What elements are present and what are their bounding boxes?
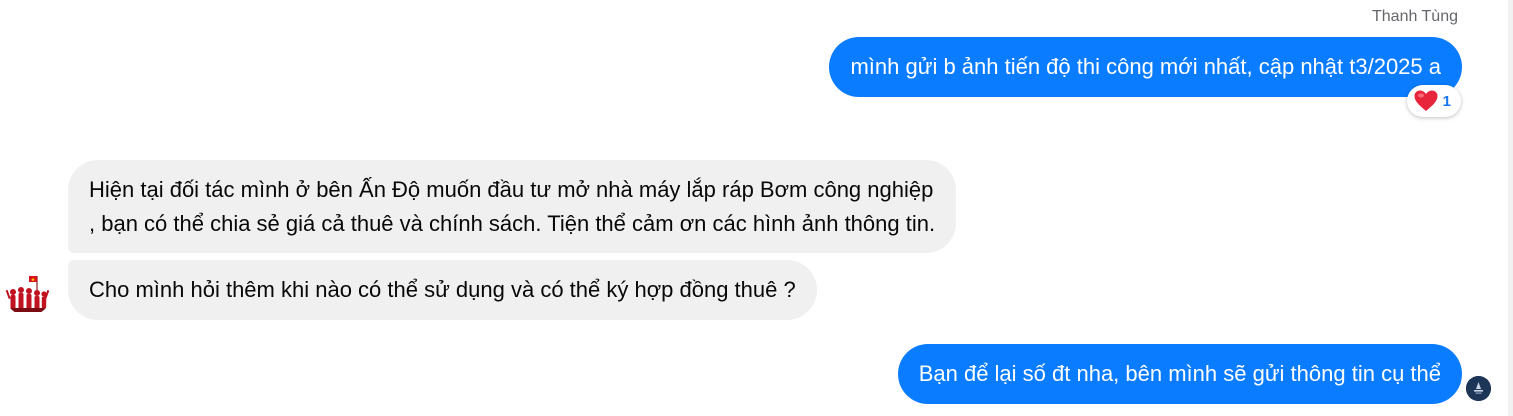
message-text-line: , bạn có thể chia sẻ giá cả thuê và chín… <box>89 211 936 236</box>
sender-name: Thanh Tùng <box>1372 8 1458 25</box>
chat-thread: Thanh Tùng mình gửi b ảnh tiến độ thi cô… <box>0 0 1513 416</box>
incoming-message-bubble[interactable]: Hiện tại đối tác mình ở bên Ấn Độ muốn đ… <box>68 160 957 253</box>
message-text: mình gửi b ảnh tiến độ thi công mới nhất… <box>850 54 1441 79</box>
message-text: Bạn để lại số đt nha, bên mình sẽ gửi th… <box>918 361 1441 386</box>
heart-icon <box>1413 89 1439 113</box>
message-reaction[interactable]: 1 <box>1406 85 1461 117</box>
scrollbar[interactable] <box>1508 0 1513 416</box>
outgoing-message-bubble[interactable]: Bạn để lại số đt nha, bên mình sẽ gửi th… <box>897 344 1462 404</box>
outgoing-message-bubble[interactable]: mình gửi b ảnh tiến độ thi công mới nhất… <box>829 37 1462 97</box>
contact-avatar-icon[interactable] <box>4 268 52 316</box>
message-text: Cho mình hỏi thêm khi nào có thể sử dụng… <box>89 277 796 302</box>
reaction-count: 1 <box>1442 92 1451 110</box>
seen-avatar-icon <box>1466 376 1491 401</box>
incoming-message-bubble[interactable]: Cho mình hỏi thêm khi nào có thể sử dụng… <box>68 260 817 320</box>
message-text-line: Hiện tại đối tác mình ở bên Ấn Độ muốn đ… <box>89 177 934 202</box>
